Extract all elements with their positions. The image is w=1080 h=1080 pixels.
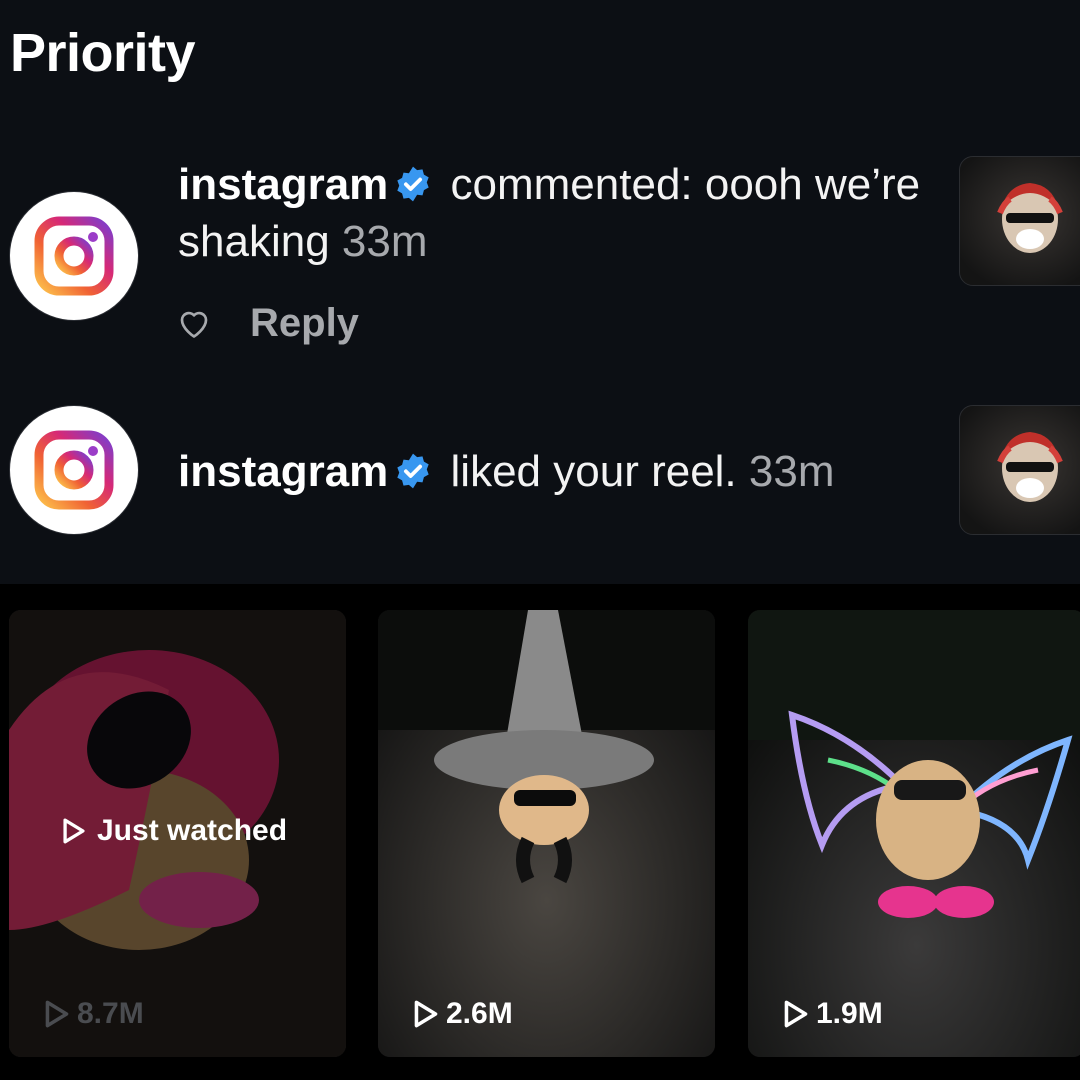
verified-badge-icon: [397, 166, 429, 202]
view-count-value: 1.9M: [816, 997, 883, 1030]
play-icon: [63, 818, 85, 844]
reel-card[interactable]: 1.9M: [748, 610, 1080, 1057]
reel-card[interactable]: 2.6M: [378, 610, 715, 1057]
view-count: 1.9M: [782, 997, 883, 1031]
post-thumbnail[interactable]: [959, 156, 1080, 286]
suggested-reels-panel: Just watched 8.7M 2.6M 1.9M: [0, 584, 1080, 1080]
just-watched-text: Just watched: [97, 814, 288, 847]
instagram-logo-icon: [34, 216, 114, 296]
reply-button[interactable]: Reply: [250, 301, 359, 346]
play-icon: [414, 1000, 438, 1028]
reel-card[interactable]: Just watched 8.7M: [9, 610, 346, 1057]
pomeranian-thumbnail-image: [960, 157, 1080, 285]
heart-icon[interactable]: [176, 305, 212, 341]
post-thumbnail[interactable]: [959, 405, 1080, 535]
view-count-value: 2.6M: [446, 997, 513, 1030]
view-count: 8.7M: [43, 997, 144, 1031]
username[interactable]: instagram: [178, 160, 388, 209]
reel-thumbnail-image: [378, 610, 715, 1057]
timestamp: 33m: [341, 217, 428, 266]
pomeranian-thumbnail-image: [960, 406, 1080, 534]
play-icon: [45, 1000, 69, 1028]
username[interactable]: instagram: [178, 447, 388, 496]
avatar[interactable]: [9, 405, 139, 535]
timestamp: 33m: [748, 447, 835, 496]
notification-text: instagram commented: oooh we’re shaking …: [178, 156, 938, 270]
notification-action: liked your reel.: [450, 447, 737, 496]
notification-text: instagram liked your reel. 33m: [178, 443, 938, 500]
section-title: Priority: [10, 23, 196, 83]
view-count: 2.6M: [412, 997, 513, 1031]
verified-badge-icon: [397, 453, 429, 489]
avatar[interactable]: [9, 191, 139, 321]
comment-actions: Reply: [176, 298, 359, 348]
instagram-logo-icon: [34, 430, 114, 510]
just-watched-label: Just watched: [61, 814, 287, 848]
play-icon: [784, 1000, 808, 1028]
view-count-value: 8.7M: [77, 997, 144, 1030]
reel-thumbnail-image: [748, 610, 1080, 1057]
